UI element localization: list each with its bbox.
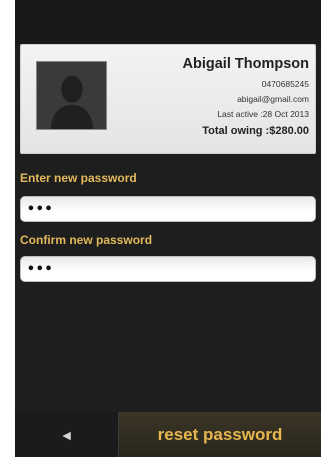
profile-card: Abigail Thompson 0470685245 abigail@gmai… [20, 44, 316, 154]
back-arrow-icon: ◄ [59, 426, 74, 443]
app-screen: Abigail Thompson 0470685245 abigail@gmai… [15, 0, 321, 457]
profile-email: abigail@gmail.com [237, 94, 309, 104]
new-password-label: Enter new password [20, 171, 137, 185]
confirm-password-field[interactable] [20, 256, 316, 282]
profile-info: Abigail Thompson 0470685245 abigail@gmai… [109, 55, 309, 139]
confirm-password-label: Confirm new password [20, 233, 153, 247]
profile-total-owing: Total owing :$280.00 [202, 125, 309, 137]
new-password-field[interactable] [20, 196, 316, 222]
top-bar [15, 0, 321, 44]
person-silhouette-icon [37, 62, 106, 129]
profile-name: Abigail Thompson [182, 56, 309, 72]
back-button[interactable]: ◄ [15, 412, 118, 457]
bottom-bar: ◄ reset password [15, 412, 321, 457]
reset-password-button[interactable]: reset password [119, 412, 321, 457]
avatar [36, 61, 107, 130]
confirm-password-input[interactable] [21, 257, 315, 281]
profile-phone: 0470685245 [261, 79, 309, 89]
profile-last-active: Last active :28 Oct 2013 [217, 109, 309, 119]
new-password-input[interactable] [21, 197, 315, 221]
